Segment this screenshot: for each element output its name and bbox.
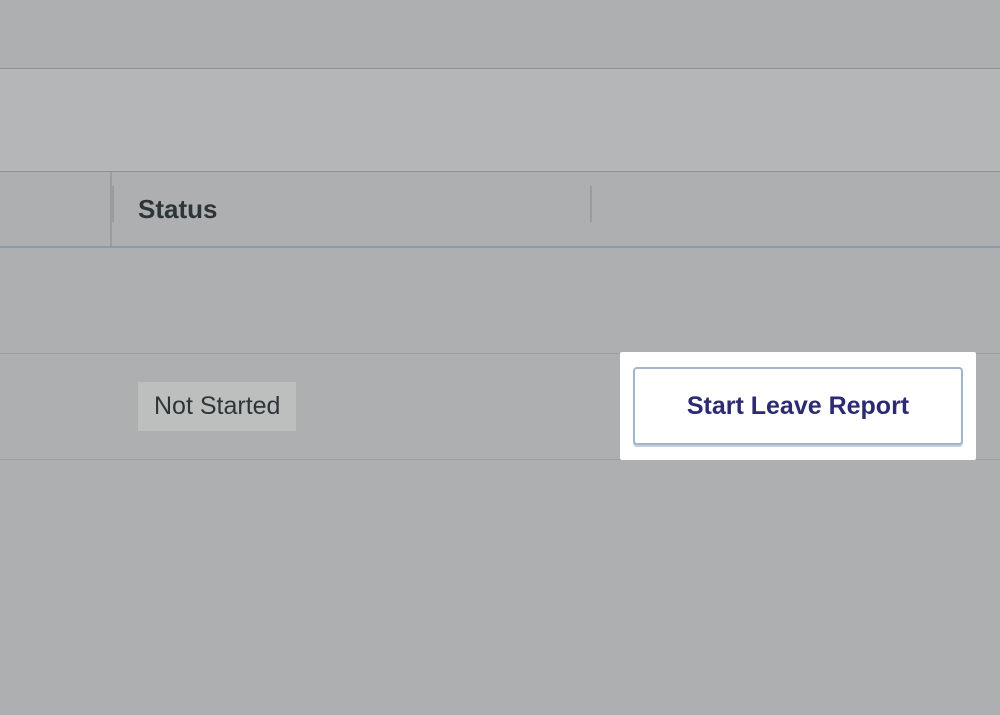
table-header-cell-empty	[0, 172, 112, 246]
start-leave-report-button[interactable]: Start Leave Report	[633, 367, 963, 445]
top-spacer	[0, 0, 1000, 68]
highlight-callout: Start Leave Report	[620, 352, 976, 460]
table-header-cell-status: Status	[114, 172, 590, 246]
spacer-row	[0, 248, 1000, 354]
status-badge: Not Started	[138, 382, 296, 431]
column-divider	[590, 186, 592, 222]
banner-section	[0, 68, 1000, 172]
status-header-label: Status	[138, 194, 217, 225]
table-header-row: Status	[0, 172, 1000, 248]
